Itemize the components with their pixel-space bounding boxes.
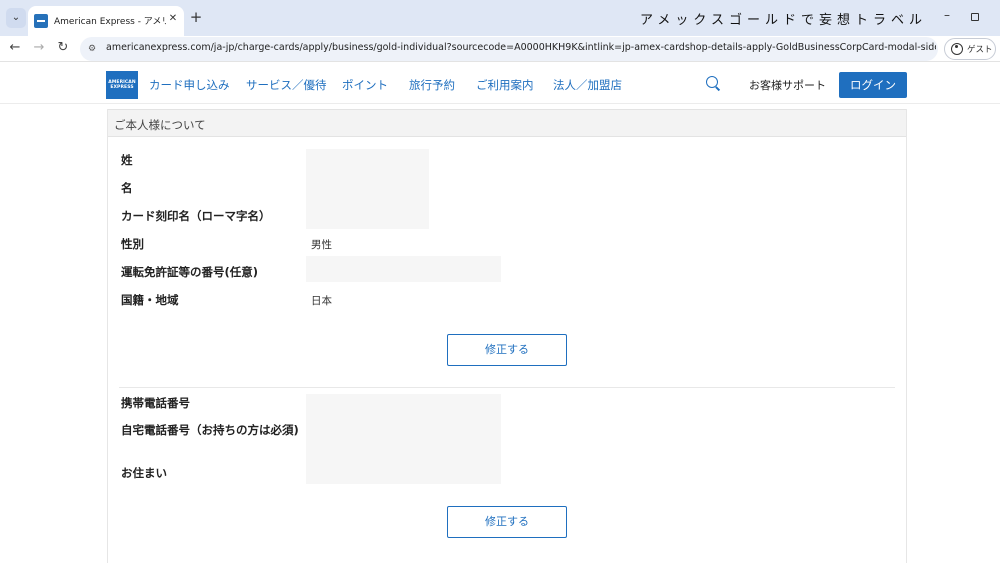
support-link[interactable]: お客様サポート [749, 77, 826, 93]
nav-points[interactable]: ポイント [342, 77, 388, 93]
redacted-name-values [306, 149, 429, 229]
search-icon[interactable] [706, 76, 718, 88]
amex-logo[interactable]: AMERICAN EXPRESS [106, 71, 138, 99]
label-nationality: 国籍・地域 [121, 293, 179, 307]
address-bar[interactable]: ⚙ americanexpress.com/ja-jp/charge-cards… [80, 37, 938, 61]
panel-header: ご本人様について [108, 109, 906, 137]
url-text[interactable]: americanexpress.com/ja-jp/charge-cards/a… [106, 42, 936, 53]
browser-tab[interactable]: American Express - アメリカン･エ ✕ [28, 6, 184, 36]
arrow-left-icon[interactable]: ← [6, 39, 24, 57]
browser-tabbar: ⌄ American Express - アメリカン･エ ✕ + アメックスゴー… [0, 0, 1000, 36]
nav-travel[interactable]: 旅行予約 [409, 77, 455, 93]
edit-button-contact[interactable]: 修正する [447, 506, 567, 538]
label-first-name: 名 [121, 181, 133, 195]
chevron-down-icon[interactable]: ⌄ [6, 8, 26, 28]
nav-services[interactable]: サービス／優待 [246, 77, 327, 93]
redacted-contact-values [306, 394, 501, 484]
label-address: お住まい [121, 466, 167, 480]
site-header: AMERICAN EXPRESS カード申し込み サービス／優待 ポイント 旅行… [0, 62, 1000, 104]
label-last-name: 姓 [121, 153, 133, 167]
panel-title: ご本人様について [114, 118, 206, 132]
label-home-phone: 自宅電話番号（お持ちの方は必須) [121, 423, 299, 437]
nav-usage-guide[interactable]: ご利用案内 [476, 77, 534, 93]
label-license-number: 運転免許証等の番号(任意) [121, 265, 259, 279]
browser-toolbar: ← → ↻ ⚙ americanexpress.com/ja-jp/charge… [0, 36, 1000, 62]
reload-icon[interactable]: ↻ [54, 39, 72, 57]
window-title: アメックスゴールドで妄想トラベル [640, 13, 927, 28]
plus-icon[interactable]: + [188, 9, 204, 25]
label-card-embossed-name: カード刻印名（ローマ字名） [121, 209, 271, 223]
tune-icon[interactable]: ⚙ [86, 43, 98, 55]
personal-info-panel: ご本人様について 姓 名 カード刻印名（ローマ字名） 性別 運転免許証等の番号(… [107, 109, 907, 563]
edit-button-personal[interactable]: 修正する [447, 334, 567, 366]
label-gender: 性別 [121, 237, 144, 251]
value-nationality: 日本 [311, 295, 332, 307]
maximize-icon[interactable] [971, 13, 979, 21]
close-icon[interactable]: ✕ [166, 12, 180, 26]
nav-business[interactable]: 法人／加盟店 [553, 77, 622, 93]
redacted-license-value [306, 256, 501, 282]
guest-profile-button[interactable]: ゲスト [944, 38, 996, 60]
login-button[interactable]: ログイン [839, 72, 907, 98]
tab-title: American Express - アメリカン･エ [54, 17, 166, 27]
minimize-icon[interactable]: – [940, 9, 954, 23]
value-gender: 男性 [311, 239, 332, 251]
guest-label: ゲスト [967, 45, 993, 55]
section-divider [119, 387, 895, 388]
nav-card-apply[interactable]: カード申し込み [149, 77, 230, 93]
amex-favicon-icon [34, 14, 48, 28]
arrow-right-icon[interactable]: → [30, 39, 48, 57]
person-icon [951, 43, 963, 55]
label-mobile-phone: 携帯電話番号 [121, 396, 190, 410]
